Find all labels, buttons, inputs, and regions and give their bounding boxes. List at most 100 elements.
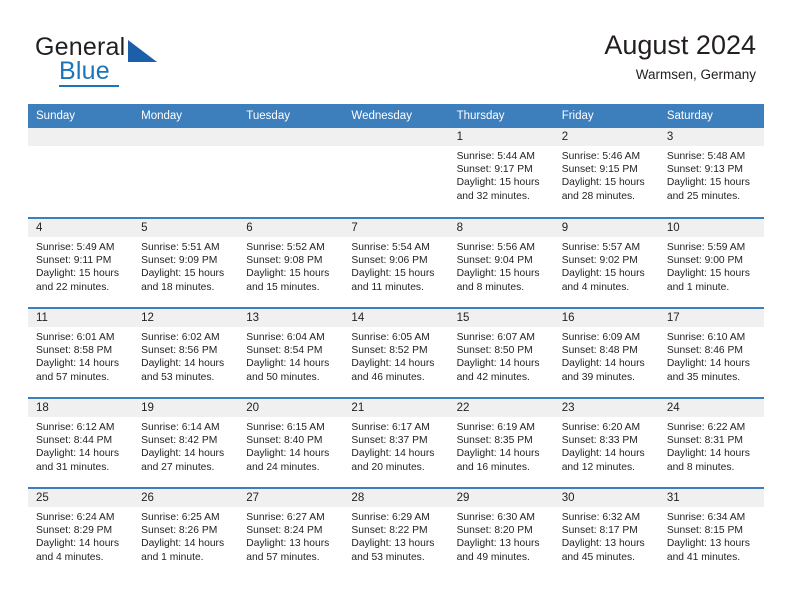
calendar-day-cell[interactable]: 10 Sunrise: 5:59 AM Sunset: 9:00 PM Dayligh… bbox=[658, 217, 764, 308]
day-sun-info-line: Sunrise: 6:12 AM bbox=[36, 422, 115, 433]
day-sun-info-line: Sunset: 8:31 PM bbox=[666, 435, 743, 447]
day-sun-info-line: Sunrise: 5:44 AM bbox=[456, 151, 535, 162]
calendar-day-cell[interactable]: 9 Sunrise: 5:57 AM Sunset: 9:02 PM Daylight… bbox=[553, 217, 659, 308]
day-cell-content: 13 Sunrise: 6:04 AM Sunset: 8:54 PM Dayligh… bbox=[238, 309, 344, 397]
day-cell-content: 5 Sunrise: 5:51 AM Sunset: 9:09 PM Daylight… bbox=[133, 219, 239, 307]
calendar-day-cell[interactable]: 5 Sunrise: 5:51 AM Sunset: 9:09 PM Daylight… bbox=[133, 217, 239, 308]
calendar-day-cell[interactable]: 16 Sunrise: 6:09 AM Sunset: 8:48 PM Dayligh… bbox=[553, 307, 659, 398]
day-sun-info: Sunrise: 6:34 AM Sunset: 8:15 PM Daylight:… bbox=[659, 507, 764, 564]
day-sun-info-line: Sunset: 9:02 PM bbox=[561, 255, 638, 267]
day-cell-content: 15 Sunrise: 6:07 AM Sunset: 8:50 PM Dayligh… bbox=[448, 309, 554, 397]
day-sun-info: Sunrise: 5:59 AM Sunset: 9:00 PM Daylight:… bbox=[659, 237, 764, 294]
calendar-day-cell[interactable]: 7 Sunrise: 5:54 AM Sunset: 9:06 PM Daylight… bbox=[343, 217, 449, 308]
day-number: 26 bbox=[133, 489, 239, 507]
day-sun-info-line: and 31 minutes. bbox=[36, 461, 110, 473]
day-sun-info-line: and 28 minutes. bbox=[561, 190, 635, 202]
calendar-day-cell[interactable]: 25 Sunrise: 6:24 AM Sunset: 8:29 PM Dayligh… bbox=[28, 487, 134, 578]
calendar-day-cell[interactable]: 18 Sunrise: 6:12 AM Sunset: 8:44 PM Dayligh… bbox=[28, 397, 134, 488]
day-number: 8 bbox=[448, 219, 554, 237]
title-block: August 2024 Warmsen, Germany bbox=[604, 28, 756, 85]
day-sun-info-line: Sunset: 9:15 PM bbox=[561, 164, 638, 176]
calendar-day-cell[interactable]: 31 Sunrise: 6:34 AM Sunset: 8:15 PM Dayligh… bbox=[658, 487, 764, 578]
calendar-day-cell[interactable]: 1 Sunrise: 5:44 AM Sunset: 9:17 PM Daylight… bbox=[448, 128, 554, 218]
day-cell-content: 26 Sunrise: 6:25 AM Sunset: 8:26 PM Dayligh… bbox=[133, 489, 239, 577]
calendar-day-cell[interactable]: 15 Sunrise: 6:07 AM Sunset: 8:50 PM Dayligh… bbox=[448, 307, 554, 398]
day-sun-info-line: Sunset: 8:29 PM bbox=[36, 525, 113, 537]
general-blue-logo[interactable]: General Blue bbox=[35, 33, 215, 89]
day-sun-info-line: Sunrise: 5:57 AM bbox=[561, 242, 641, 253]
day-sun-info-line: Sunset: 8:58 PM bbox=[36, 345, 113, 357]
calendar-day-cell[interactable] bbox=[343, 128, 449, 218]
calendar-day-cell[interactable]: 22 Sunrise: 6:19 AM Sunset: 8:35 PM Dayligh… bbox=[448, 397, 554, 488]
day-sun-info-line: and 25 minutes. bbox=[666, 190, 741, 202]
calendar-day-cell[interactable]: 28 Sunrise: 6:29 AM Sunset: 8:22 PM Dayligh… bbox=[343, 487, 449, 578]
day-number: 4 bbox=[28, 219, 134, 237]
day-sun-info bbox=[238, 146, 343, 150]
calendar-day-cell[interactable]: 4 Sunrise: 5:49 AM Sunset: 9:11 PM Daylight… bbox=[28, 217, 134, 308]
calendar-day-cell[interactable]: 19 Sunrise: 6:14 AM Sunset: 8:42 PM Dayligh… bbox=[133, 397, 239, 488]
calendar-week-row: 1 Sunrise: 5:44 AM Sunset: 9:17 PM Daylight… bbox=[28, 128, 764, 218]
day-sun-info-line: Sunset: 8:50 PM bbox=[456, 345, 533, 357]
day-sun-info-line: Sunrise: 6:22 AM bbox=[666, 422, 746, 433]
day-sun-info-line: and 49 minutes. bbox=[456, 551, 530, 563]
day-sun-info-line: Daylight: 15 hours bbox=[561, 177, 645, 189]
day-sun-info-line: Daylight: 14 hours bbox=[351, 448, 435, 460]
calendar-day-cell[interactable]: 6 Sunrise: 5:52 AM Sunset: 9:08 PM Daylight… bbox=[238, 217, 344, 308]
calendar-day-cell[interactable] bbox=[238, 128, 344, 218]
calendar-day-cell[interactable]: 8 Sunrise: 5:56 AM Sunset: 9:04 PM Daylight… bbox=[448, 217, 554, 308]
day-number bbox=[343, 128, 449, 146]
day-sun-info-line: Sunrise: 6:01 AM bbox=[36, 332, 115, 343]
day-sun-info-line: Daylight: 13 hours bbox=[561, 538, 645, 550]
day-sun-info-line: Daylight: 14 hours bbox=[141, 358, 225, 370]
day-sun-info: Sunrise: 5:54 AM Sunset: 9:06 PM Daylight:… bbox=[343, 237, 448, 294]
day-cell-content: 16 Sunrise: 6:09 AM Sunset: 8:48 PM Dayligh… bbox=[553, 309, 659, 397]
day-number: 13 bbox=[238, 309, 344, 327]
calendar-day-cell[interactable]: 11 Sunrise: 6:01 AM Sunset: 8:58 PM Dayligh… bbox=[28, 307, 134, 398]
day-sun-info: Sunrise: 5:51 AM Sunset: 9:09 PM Daylight:… bbox=[133, 237, 238, 294]
day-number: 10 bbox=[658, 219, 764, 237]
calendar-day-cell[interactable]: 24 Sunrise: 6:22 AM Sunset: 8:31 PM Dayligh… bbox=[658, 397, 764, 488]
day-number: 7 bbox=[343, 219, 449, 237]
calendar-day-cell[interactable]: 17 Sunrise: 6:10 AM Sunset: 8:46 PM Dayligh… bbox=[658, 307, 764, 398]
day-sun-info: Sunrise: 6:01 AM Sunset: 8:58 PM Daylight:… bbox=[28, 327, 133, 384]
day-sun-info-line: and 1 minute. bbox=[141, 551, 204, 563]
day-sun-info-line: Sunrise: 6:05 AM bbox=[351, 332, 430, 343]
day-sun-info-line: Sunset: 9:04 PM bbox=[456, 255, 533, 267]
calendar-day-cell[interactable] bbox=[133, 128, 239, 218]
day-number: 30 bbox=[553, 489, 659, 507]
calendar-day-cell[interactable]: 14 Sunrise: 6:05 AM Sunset: 8:52 PM Dayligh… bbox=[343, 307, 449, 398]
day-sun-info-line: Daylight: 14 hours bbox=[141, 538, 225, 550]
day-sun-info-line: Sunset: 8:44 PM bbox=[36, 435, 113, 447]
calendar-day-cell[interactable]: 12 Sunrise: 6:02 AM Sunset: 8:56 PM Dayligh… bbox=[133, 307, 239, 398]
day-number: 14 bbox=[343, 309, 449, 327]
weekday-header-friday: Friday bbox=[553, 104, 659, 128]
calendar-day-cell[interactable]: 21 Sunrise: 6:17 AM Sunset: 8:37 PM Dayligh… bbox=[343, 397, 449, 488]
day-number: 9 bbox=[553, 219, 659, 237]
day-sun-info-line: Daylight: 14 hours bbox=[36, 448, 119, 460]
day-sun-info-line: Sunrise: 5:56 AM bbox=[456, 242, 535, 253]
calendar-day-cell[interactable]: 2 Sunrise: 5:46 AM Sunset: 9:15 PM Daylight… bbox=[553, 128, 659, 218]
calendar-day-cell[interactable]: 30 Sunrise: 6:32 AM Sunset: 8:17 PM Dayligh… bbox=[553, 487, 659, 578]
calendar-day-cell[interactable]: 26 Sunrise: 6:25 AM Sunset: 8:26 PM Dayligh… bbox=[133, 487, 239, 578]
day-sun-info-line: Sunrise: 5:52 AM bbox=[246, 242, 325, 253]
weekday-header-thursday: Thursday bbox=[448, 104, 554, 128]
calendar-day-cell[interactable]: 13 Sunrise: 6:04 AM Sunset: 8:54 PM Dayligh… bbox=[238, 307, 344, 398]
calendar-day-cell[interactable]: 23 Sunrise: 6:20 AM Sunset: 8:33 PM Dayligh… bbox=[553, 397, 659, 488]
day-number: 28 bbox=[343, 489, 449, 507]
calendar-grid: Sunday Monday Tuesday Wednesday Thursday… bbox=[28, 104, 764, 578]
day-sun-info: Sunrise: 6:05 AM Sunset: 8:52 PM Daylight:… bbox=[343, 327, 448, 384]
day-number bbox=[133, 128, 239, 146]
day-sun-info-line: Sunrise: 6:32 AM bbox=[561, 512, 641, 523]
calendar-day-cell[interactable]: 20 Sunrise: 6:15 AM Sunset: 8:40 PM Dayligh… bbox=[238, 397, 344, 488]
day-cell-content: 3 Sunrise: 5:48 AM Sunset: 9:13 PM Daylight… bbox=[658, 128, 764, 216]
day-number: 5 bbox=[133, 219, 239, 237]
calendar-day-cell[interactable] bbox=[28, 128, 134, 218]
day-sun-info-line: and 4 minutes. bbox=[36, 551, 104, 563]
calendar-day-cell[interactable]: 27 Sunrise: 6:27 AM Sunset: 8:24 PM Dayligh… bbox=[238, 487, 344, 578]
day-cell-content: 20 Sunrise: 6:15 AM Sunset: 8:40 PM Dayligh… bbox=[238, 399, 344, 487]
day-number: 11 bbox=[28, 309, 134, 327]
day-sun-info-line: Sunrise: 6:25 AM bbox=[141, 512, 220, 523]
calendar-day-cell[interactable]: 3 Sunrise: 5:48 AM Sunset: 9:13 PM Daylight… bbox=[658, 128, 764, 218]
day-cell-content: 9 Sunrise: 5:57 AM Sunset: 9:02 PM Daylight… bbox=[553, 219, 659, 307]
calendar-day-cell[interactable]: 29 Sunrise: 6:30 AM Sunset: 8:20 PM Dayligh… bbox=[448, 487, 554, 578]
